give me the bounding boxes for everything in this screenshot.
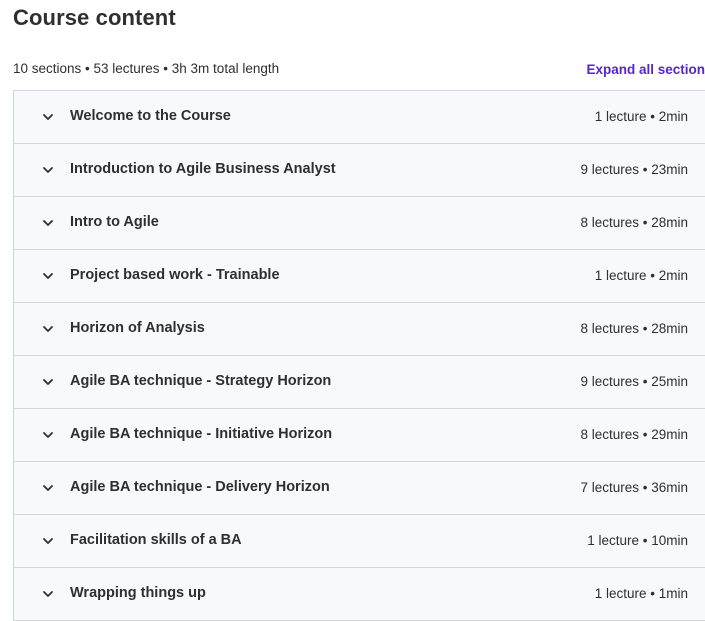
curriculum-section[interactable]: Agile BA technique - Delivery Horizon 7 … xyxy=(14,462,705,515)
section-title: Welcome to the Course xyxy=(70,108,231,124)
curriculum-section[interactable]: Intro to Agile 8 lectures • 28min xyxy=(14,197,705,250)
curriculum-section[interactable]: Introduction to Agile Business Analyst 9… xyxy=(14,144,705,197)
section-lecture-count: 7 lectures • 36min xyxy=(580,480,688,495)
chevron-down-icon xyxy=(41,428,55,442)
curriculum-section[interactable]: Agile BA technique - Initiative Horizon … xyxy=(14,409,705,462)
curriculum-section-list: Welcome to the Course 1 lecture • 2min I… xyxy=(13,90,705,621)
chevron-down-icon xyxy=(41,534,55,548)
course-summary-row: 10 sections • 53 lectures • 3h 3m total … xyxy=(13,61,705,79)
section-title: Agile BA technique - Initiative Horizon xyxy=(70,426,333,442)
curriculum-section[interactable]: Facilitation skills of a BA 1 lecture • … xyxy=(14,515,705,568)
chevron-down-icon xyxy=(41,110,55,124)
section-lecture-count: 1 lecture • 1min xyxy=(594,586,688,601)
section-title: Horizon of Analysis xyxy=(70,320,205,336)
section-lecture-count: 1 lecture • 2min xyxy=(594,109,688,124)
section-lecture-count: 9 lectures • 25min xyxy=(580,374,688,389)
section-title: Project based work - Trainable xyxy=(70,267,280,283)
curriculum-section[interactable]: Horizon of Analysis 8 lectures • 28min xyxy=(14,303,705,356)
section-lecture-count: 1 lecture • 10min xyxy=(587,533,688,548)
course-summary-text: 10 sections • 53 lectures • 3h 3m total … xyxy=(13,61,280,76)
chevron-down-icon xyxy=(41,481,55,495)
section-title: Wrapping things up xyxy=(70,585,206,601)
curriculum-section[interactable]: Project based work - Trainable 1 lecture… xyxy=(14,250,705,303)
chevron-down-icon xyxy=(41,269,55,283)
section-lecture-count: 8 lectures • 29min xyxy=(580,427,688,442)
curriculum-section[interactable]: Welcome to the Course 1 lecture • 2min xyxy=(14,91,705,144)
curriculum-section[interactable]: Agile BA technique - Strategy Horizon 9 … xyxy=(14,356,705,409)
expand-all-sections-button[interactable]: Expand all section xyxy=(586,62,705,77)
section-lecture-count: 8 lectures • 28min xyxy=(580,321,688,336)
chevron-down-icon xyxy=(41,163,55,177)
chevron-down-icon xyxy=(41,375,55,389)
section-lecture-count: 8 lectures • 28min xyxy=(580,215,688,230)
page-title: Course content xyxy=(13,5,176,30)
chevron-down-icon xyxy=(41,587,55,601)
section-title: Introduction to Agile Business Analyst xyxy=(70,161,336,177)
section-lecture-count: 1 lecture • 2min xyxy=(594,268,688,283)
section-title: Agile BA technique - Strategy Horizon xyxy=(70,373,332,389)
chevron-down-icon xyxy=(41,322,55,336)
section-title: Facilitation skills of a BA xyxy=(70,532,242,548)
section-title: Agile BA technique - Delivery Horizon xyxy=(70,479,330,495)
section-title: Intro to Agile xyxy=(70,214,159,230)
chevron-down-icon xyxy=(41,216,55,230)
curriculum-section[interactable]: Wrapping things up 1 lecture • 1min xyxy=(14,568,705,620)
section-lecture-count: 9 lectures • 23min xyxy=(580,162,688,177)
